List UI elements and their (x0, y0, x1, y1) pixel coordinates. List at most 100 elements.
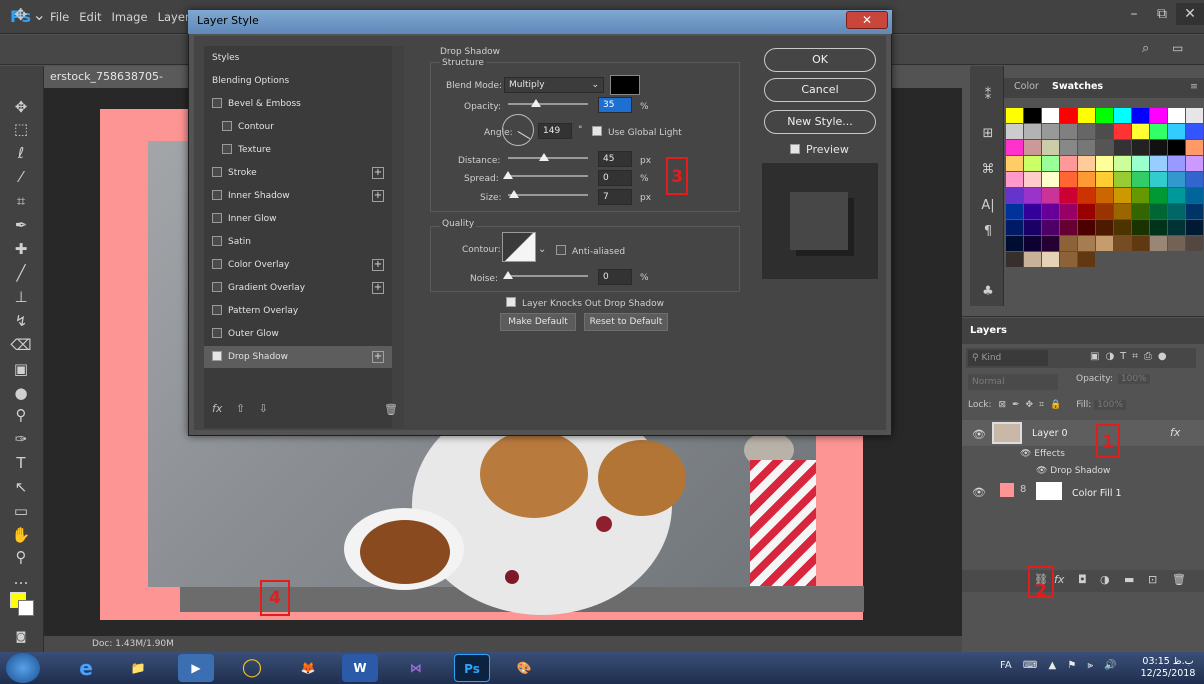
menu-image[interactable]: Image (112, 10, 148, 24)
filter-type-icons[interactable]: ▣◑T⌗⎙● (1090, 351, 1173, 362)
checkbox-checked-icon[interactable] (212, 350, 222, 361)
move-up-icon[interactable]: ⇧ (236, 402, 245, 415)
color-swatch[interactable] (1060, 140, 1077, 155)
spread-input[interactable]: 0 (598, 170, 632, 186)
path-select-icon[interactable]: ↖ (8, 476, 34, 498)
preview-checkbox[interactable]: Preview (790, 143, 849, 156)
color-swatch[interactable] (1024, 172, 1041, 187)
color-swatch[interactable] (1060, 252, 1077, 267)
color-swatch[interactable] (1132, 156, 1149, 171)
distance-slider-thumb[interactable] (539, 153, 549, 161)
styles-scrollbar[interactable] (392, 46, 404, 428)
color-swatch[interactable] (1006, 204, 1023, 219)
color-swatch[interactable] (1096, 220, 1113, 235)
color-swatch[interactable] (1024, 252, 1041, 267)
character-icon[interactable]: A| (978, 196, 998, 216)
color-swatch[interactable] (1078, 172, 1095, 187)
language-indicator[interactable]: FA (1000, 660, 1012, 671)
visibility-eye-icon[interactable]: 👁 (1020, 449, 1034, 459)
paragraph-icon[interactable]: ¶ (978, 222, 998, 242)
menu-file[interactable]: File (50, 10, 69, 24)
style-item-stroke[interactable]: Stroke + (204, 162, 392, 184)
color-swatch[interactable] (1060, 188, 1077, 203)
color-swatch[interactable] (1078, 252, 1095, 267)
fx-menu-icon[interactable]: fx (212, 402, 222, 415)
background-color[interactable] (18, 600, 34, 616)
color-swatch[interactable] (1150, 220, 1167, 235)
color-swatch[interactable] (1114, 204, 1131, 219)
color-swatch[interactable] (1132, 108, 1149, 123)
color-swatch[interactable] (1042, 188, 1059, 203)
dodge-icon[interactable]: ⚲ (8, 404, 34, 426)
panel-menu-icon[interactable]: ≡ (1190, 81, 1198, 92)
cancel-button[interactable]: Cancel (764, 78, 876, 102)
clock[interactable]: 03:15 ب.ظ 12/25/2018 (1138, 656, 1198, 680)
color-swatch[interactable] (1006, 236, 1023, 251)
color-swatch[interactable] (1042, 236, 1059, 251)
reset-default-button[interactable]: Reset to Default (584, 313, 668, 331)
tab-layers[interactable]: Layers (970, 325, 1007, 336)
color-swatch[interactable] (1114, 172, 1131, 187)
color-swatch[interactable] (1114, 108, 1131, 123)
color-swatch[interactable] (1150, 204, 1167, 219)
move-down-icon[interactable]: ⇩ (259, 402, 268, 415)
color-swatch[interactable] (1024, 124, 1041, 139)
color-swatch[interactable] (1078, 236, 1095, 251)
color-swatch[interactable] (1150, 124, 1167, 139)
history-brush-icon[interactable]: ↯ (8, 310, 34, 332)
quick-select-icon[interactable]: ⁄ (8, 166, 34, 188)
color-swatch[interactable] (1186, 108, 1203, 123)
checkbox-icon[interactable] (212, 304, 222, 315)
dialog-titlebar[interactable] (188, 10, 892, 34)
type-icon[interactable]: T (8, 452, 34, 474)
color-swatch[interactable] (1096, 172, 1113, 187)
lock-icons[interactable]: ⊠✒✥⌗🔒 (998, 400, 1067, 410)
properties-icon[interactable]: ⊞ (978, 124, 998, 144)
color-swatch[interactable] (1042, 108, 1059, 123)
checkbox-icon[interactable] (212, 166, 222, 177)
opacity-input[interactable]: 35 (598, 97, 632, 113)
spread-slider-thumb[interactable] (503, 171, 513, 179)
color-swatch[interactable] (1060, 156, 1077, 171)
blend-mode-select[interactable]: Multiply ⌄ (504, 77, 604, 93)
new-style-button[interactable]: New Style... (764, 110, 876, 134)
color-swatch[interactable] (1168, 140, 1185, 155)
add-instance-icon[interactable]: + (372, 190, 384, 202)
checkbox-icon[interactable] (212, 189, 222, 200)
style-item-styles[interactable]: Styles (204, 47, 392, 69)
photoshop-taskbar-icon[interactable]: Ps (454, 654, 490, 682)
color-swatch[interactable] (1060, 124, 1077, 139)
color-swatch[interactable] (1114, 156, 1131, 171)
noise-input[interactable]: 0 (598, 269, 632, 285)
menu-edit[interactable]: Edit (79, 10, 101, 24)
knocks-out-checkbox[interactable]: Layer Knocks Out Drop Shadow (506, 296, 664, 309)
add-mask-icon[interactable]: ◘ (1078, 573, 1087, 586)
visibility-eye-icon[interactable]: 👁 (1036, 466, 1050, 476)
visibility-eye-icon[interactable]: 👁 (972, 428, 986, 441)
color-swatch[interactable] (1096, 140, 1113, 155)
color-swatch[interactable] (1078, 220, 1095, 235)
color-swatch[interactable] (1078, 108, 1095, 123)
shadow-color-swatch[interactable] (610, 75, 640, 95)
color-swatch[interactable] (1042, 252, 1059, 267)
firefox-icon[interactable]: 🦊 (290, 654, 326, 682)
checkbox-icon[interactable] (222, 120, 232, 131)
add-instance-icon[interactable]: + (372, 167, 384, 179)
contour-picker[interactable] (502, 232, 536, 262)
color-swatch[interactable] (1078, 124, 1095, 139)
color-swatch[interactable] (1042, 172, 1059, 187)
style-item-pattern-overlay[interactable]: Pattern Overlay (204, 300, 392, 322)
anti-aliased-checkbox[interactable]: Anti-aliased (556, 244, 625, 257)
make-default-button[interactable]: Make Default (500, 313, 576, 331)
color-swatch[interactable] (1132, 140, 1149, 155)
style-item-outer-glow[interactable]: Outer Glow (204, 323, 392, 345)
move-tool-icon[interactable]: ✥ ⌄ (14, 5, 46, 24)
angle-dial[interactable] (502, 114, 534, 146)
color-swatch[interactable] (1168, 156, 1185, 171)
crop-icon[interactable]: ⌗ (8, 190, 34, 212)
style-item-color-overlay[interactable]: Color Overlay + (204, 254, 392, 276)
color-swatch[interactable] (1114, 236, 1131, 251)
network-icon[interactable]: ⫸ (1088, 660, 1094, 671)
style-item-contour[interactable]: Contour (204, 116, 392, 138)
opacity-slider-thumb[interactable] (531, 99, 541, 107)
